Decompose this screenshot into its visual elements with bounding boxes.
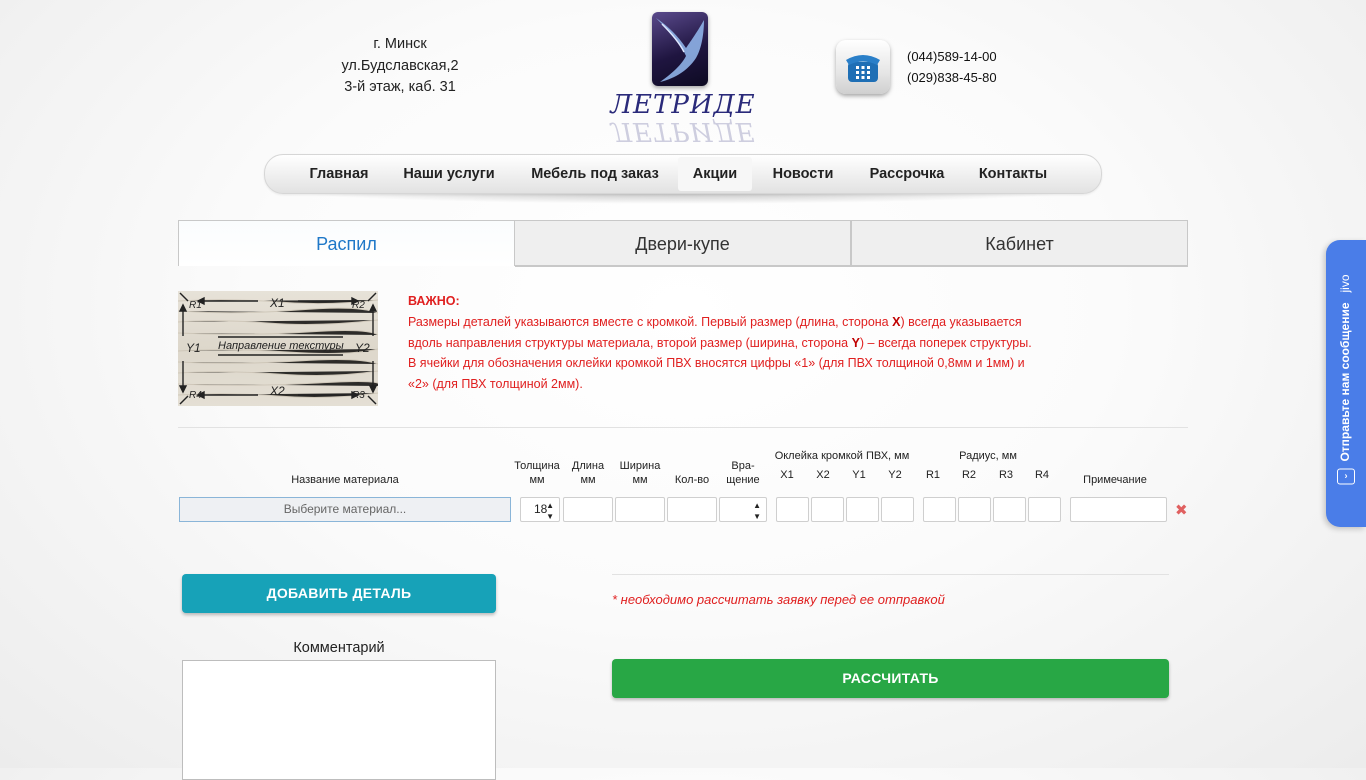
header-edge-y2: Y2: [888, 469, 902, 481]
select-arrows-icon: ▲ ▼: [546, 501, 554, 521]
qty-input[interactable]: [667, 497, 717, 522]
site-logo[interactable]: ЛЕТРИДЕ ЛЕТРИДЕ: [600, 10, 766, 146]
svg-text:Y2: Y2: [355, 341, 370, 355]
header-edge-y1: Y1: [852, 469, 866, 481]
important-line-1: Размеры деталей указываются вместе с кро…: [408, 314, 1022, 329]
important-line-4: «2» (для ПВХ толщиной 2мм).: [408, 377, 583, 392]
edge-x1-input[interactable]: [776, 497, 809, 522]
menu-item-promotions[interactable]: Акции: [678, 157, 752, 191]
svg-text:R4: R4: [189, 390, 202, 401]
tabs-divider: [515, 266, 1188, 267]
header-radius-group: Радиус, мм: [959, 450, 1017, 462]
remove-row-icon[interactable]: ✖: [1175, 501, 1188, 519]
header-width: Ширина мм: [619, 460, 661, 486]
menu-item-home[interactable]: Главная: [303, 155, 375, 193]
thickness-select[interactable]: 18 ▲ ▼: [520, 497, 560, 522]
menu-item-news[interactable]: Новости: [767, 155, 839, 193]
select-arrows-icon: ▲ ▼: [753, 501, 761, 521]
svg-text:X2: X2: [269, 384, 285, 398]
edge-y1-input[interactable]: [846, 497, 879, 522]
header-rotation: Вра-щение: [726, 460, 760, 486]
phone-icon: [836, 40, 890, 94]
address-block: г. Минск ул.Будславская,2 3-й этаж, каб.…: [300, 34, 500, 99]
svg-text:R2: R2: [352, 300, 365, 311]
logo-text-reflection: ЛЕТРИДЕ: [610, 116, 756, 146]
tab-sliding-doors[interactable]: Двери-купе: [514, 220, 851, 266]
comment-label: Комментарий: [293, 640, 385, 656]
header-note: Примечание: [1083, 474, 1147, 486]
important-notice: ВАЖНО: Размеры деталей указываются вмест…: [408, 291, 1068, 395]
header-edge-group: Оклейка кромкой ПВХ, мм: [774, 450, 910, 462]
edge-y2-input[interactable]: [881, 497, 914, 522]
menu-item-contacts[interactable]: Контакты: [975, 155, 1051, 193]
svg-text:Направление текстуры: Направление текстуры: [218, 340, 344, 352]
address-office: 3-й этаж, каб. 31: [344, 79, 456, 95]
svg-text:Y1: Y1: [186, 341, 201, 355]
calc-required-note: * необходимо рассчитать заявку перед ее …: [612, 592, 945, 607]
menu-item-services[interactable]: Наши услуги: [397, 155, 501, 193]
tab-cabinet[interactable]: Кабинет: [851, 220, 1188, 266]
calc-divider: [612, 574, 1169, 575]
comment-textarea[interactable]: [182, 660, 496, 780]
radius-r4-input[interactable]: [1028, 497, 1061, 522]
header-edge-x1: X1: [780, 469, 794, 481]
width-input[interactable]: [615, 497, 665, 522]
phone-number-2[interactable]: (029)838-45-80: [907, 67, 997, 88]
add-detail-button[interactable]: ДОБАВИТЬ ДЕТАЛЬ: [182, 574, 496, 613]
header-radius-r1: R1: [925, 469, 941, 481]
important-line-2: вдоль направления структуры материала, в…: [408, 335, 1032, 350]
phone-numbers: (044)589-14-00 (029)838-45-80: [907, 46, 997, 88]
svg-text:R3: R3: [352, 390, 365, 401]
calculate-button[interactable]: РАССЧИТАТЬ: [612, 659, 1169, 698]
jivo-chat-widget[interactable]: ›Отправьте нам сообщениеjivo: [1326, 240, 1366, 527]
edge-x2-input[interactable]: [811, 497, 844, 522]
menu-item-installment[interactable]: Рассрочка: [863, 155, 951, 193]
svg-text:R1: R1: [189, 300, 202, 311]
svg-text:X1: X1: [269, 296, 285, 310]
texture-direction-image: R1 X1 R2 Y1 Направление текстуры Y2 R4 X…: [177, 291, 380, 406]
header-edge-x2: X2: [816, 469, 830, 481]
header-length: Длина мм: [571, 460, 605, 486]
menu-item-custom-furniture[interactable]: Мебель под заказ: [525, 155, 665, 193]
note-input[interactable]: [1070, 497, 1167, 522]
address-street: ул.Будславская,2: [341, 57, 459, 74]
phone-number-1[interactable]: (044)589-14-00: [907, 46, 997, 67]
section-divider: [178, 427, 1188, 428]
logo-emblem-icon: [652, 12, 708, 86]
address-city: г. Минск: [373, 36, 427, 52]
length-input[interactable]: [563, 497, 613, 522]
rotation-select[interactable]: ▲ ▼: [719, 497, 767, 522]
header-material: Название материала: [291, 474, 399, 486]
main-menu: Главная Наши услуги Мебель под заказ Акц…: [264, 154, 1102, 194]
radius-r3-input[interactable]: [993, 497, 1026, 522]
jivo-label: ›Отправьте нам сообщениеjivo: [1337, 274, 1355, 485]
radius-r1-input[interactable]: [923, 497, 956, 522]
header-radius-r4: R4: [1034, 469, 1050, 481]
chat-icon: ›: [1337, 468, 1355, 485]
tab-cutting[interactable]: Распил: [178, 220, 515, 266]
important-line-3: В ячейки для обозначения оклейки кромкой…: [408, 356, 1025, 371]
header-radius-r2: R2: [961, 469, 977, 481]
material-select[interactable]: Выберите материал...: [179, 497, 511, 522]
header-thickness: Толщина мм: [514, 460, 560, 486]
radius-r2-input[interactable]: [958, 497, 991, 522]
header-radius-r3: R3: [998, 469, 1014, 481]
important-title: ВАЖНО:: [408, 294, 460, 308]
header-qty: Кол-во: [674, 474, 710, 486]
